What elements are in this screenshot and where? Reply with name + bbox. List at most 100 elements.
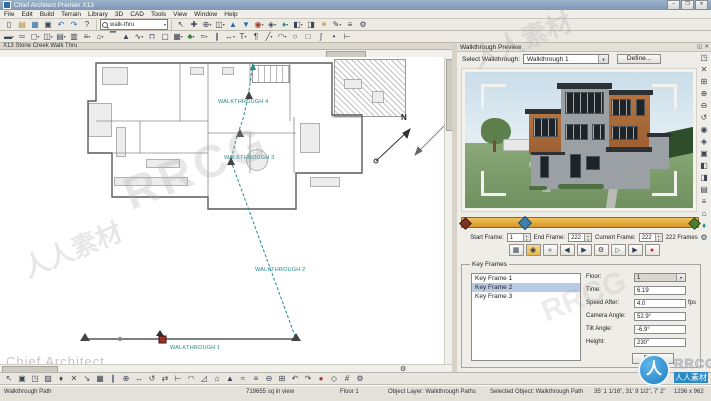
sticky-mode-icon[interactable]: ♦	[55, 373, 67, 384]
camera-view-icon[interactable]: ◉	[698, 124, 710, 135]
walkthrough-tool-icon[interactable]: ♦	[698, 220, 710, 231]
layer-options-icon[interactable]: ≡	[698, 196, 710, 207]
layer-display-options-icon[interactable]: ≡	[344, 19, 356, 30]
menu-cad[interactable]: CAD	[130, 11, 144, 18]
appliance-icon[interactable]: ▢	[159, 31, 171, 42]
walkthrough-timeline-slider[interactable]	[461, 217, 699, 228]
zoom-out-icon[interactable]: ⊖	[263, 373, 275, 384]
cad-arc-icon[interactable]: ◠▾	[276, 31, 288, 42]
key-frames-list[interactable]: Key Frame 1 Key Frame 2 Key Frame 3	[471, 273, 581, 361]
record-point-icon[interactable]: ●	[315, 373, 327, 384]
material-painter-icon[interactable]: ✎▾	[331, 19, 343, 30]
convert-icon[interactable]: ⇄	[159, 373, 171, 384]
path-node[interactable]	[118, 337, 122, 341]
select-icon[interactable]: ↖	[3, 373, 15, 384]
door-icon[interactable]: ◻▾	[29, 31, 41, 42]
plant-icon[interactable]: ♣▾	[185, 31, 197, 42]
railing-icon[interactable]: ═	[16, 31, 28, 42]
input-line-icon[interactable]: ⊢	[341, 31, 353, 42]
list-item[interactable]: Key Frame 3	[472, 292, 580, 301]
soffit-icon[interactable]: ▥	[68, 31, 80, 42]
furniture-icon[interactable]: ▦▾	[172, 31, 184, 42]
vector-mode-icon[interactable]: ◨	[698, 172, 710, 183]
rich-text-icon[interactable]: ¶	[250, 31, 262, 42]
keyframe-camera-icons[interactable]	[80, 91, 301, 343]
stairs-icon[interactable]: ≡▾	[81, 31, 93, 42]
chevron-down-icon[interactable]: ▾	[676, 274, 685, 281]
close-panel-icon[interactable]: ✕	[698, 64, 710, 75]
current-frame-input[interactable]: 222▴▾	[639, 233, 663, 242]
spinner-icon[interactable]: ▴▾	[655, 234, 662, 241]
electrical-icon[interactable]: ∿▾	[133, 31, 145, 42]
panel-title-bar[interactable]: Walkthrough Preview ◱ ✕	[457, 43, 711, 52]
fireplace-icon[interactable]: ▲	[120, 31, 132, 42]
render-mode-icon[interactable]: ◧	[698, 160, 710, 171]
library-search-input[interactable]: walk-thru ▾	[100, 19, 168, 30]
open-plan-icon[interactable]: ▤	[16, 19, 28, 30]
fireplace-mode-icon[interactable]: ▲	[224, 373, 236, 384]
prefs-icon[interactable]: ⚙	[354, 373, 366, 384]
camera-angle-input[interactable]: 52.9°	[634, 312, 686, 321]
help-icon[interactable]: ?	[81, 19, 93, 30]
list-item[interactable]: Key Frame 1	[472, 274, 580, 283]
walkthrough-3d-preview[interactable]	[465, 72, 693, 208]
chevron-down-icon[interactable]: ▾	[164, 22, 166, 27]
record-camera-button[interactable]: ◉	[526, 244, 541, 256]
play-button[interactable]: ▶	[628, 244, 643, 256]
floor-up-icon[interactable]: ▲	[227, 19, 239, 30]
delete-icon[interactable]: ✕	[68, 373, 80, 384]
skip-to-start-button[interactable]: «	[543, 244, 558, 256]
spinner-icon[interactable]: ▴▾	[584, 234, 591, 241]
multiple-copy-icon[interactable]: ▦	[94, 373, 106, 384]
speed-after-input[interactable]: 4.0	[634, 299, 686, 308]
zoom-tool-icon[interactable]: ⊕▾	[201, 19, 213, 30]
move-icon[interactable]: ↔	[133, 373, 145, 384]
menu-help[interactable]: Help	[224, 11, 237, 18]
wall-tools-icon[interactable]: ▬▾	[3, 31, 15, 42]
render-technique-icon[interactable]: ◧▾	[292, 19, 304, 30]
end-frame-input[interactable]: 222▴▾	[568, 233, 592, 242]
walkthrough-camera-icon[interactable]: ♦▾	[279, 19, 291, 30]
timeline-start-marker[interactable]	[459, 217, 472, 230]
list-item-selected[interactable]: Key Frame 2	[472, 283, 580, 292]
dimension-icon[interactable]: ↔▾	[224, 31, 236, 42]
print-icon[interactable]: ▣	[42, 19, 54, 30]
ceiling-icon[interactable]: ▔	[107, 31, 119, 42]
time-input[interactable]: 6.19	[634, 286, 686, 295]
full-camera-icon[interactable]: ◉▾	[253, 19, 265, 30]
cad-box-icon[interactable]: □	[302, 31, 314, 42]
record-button[interactable]: ●	[645, 244, 660, 256]
minimize-button[interactable]: –	[667, 0, 680, 10]
grid-icon[interactable]: #	[341, 373, 353, 384]
zoom-in-icon[interactable]: ⊕	[698, 88, 710, 99]
adjust-lights-icon[interactable]: ☀	[318, 19, 330, 30]
text-icon[interactable]: T▾	[237, 31, 249, 42]
road-icon[interactable]: ∥	[211, 31, 223, 42]
zoom-out-icon[interactable]: ⊖	[698, 100, 710, 111]
perspective-icon[interactable]: ◈	[698, 136, 710, 147]
camera-icon[interactable]	[80, 333, 90, 341]
perspective-overview-icon[interactable]: ◈▾	[266, 19, 278, 30]
camera-icon[interactable]	[245, 91, 253, 99]
open-object-icon[interactable]: ▣	[698, 148, 710, 159]
extend-icon[interactable]: ⊢	[172, 373, 184, 384]
float-panel-icon[interactable]: ◳	[698, 52, 710, 63]
default-settings-icon[interactable]: ⚙	[357, 19, 369, 30]
pan-window-icon[interactable]: ✚	[188, 19, 200, 30]
cad-line-icon[interactable]: ╱▾	[263, 31, 275, 42]
start-frame-input[interactable]: 1▴▾	[507, 233, 531, 242]
open-object-icon[interactable]: ▣	[16, 373, 28, 384]
undo-zoom-icon[interactable]: ↺	[698, 112, 710, 123]
terrain-tools-icon[interactable]: ≈▾	[198, 31, 210, 42]
library-browser-icon[interactable]: ▤	[698, 184, 710, 195]
define-button[interactable]: Define...	[617, 54, 661, 64]
fill-window-icon[interactable]: ⊞	[698, 76, 710, 87]
close-panel-icon[interactable]: ✕	[704, 44, 709, 51]
cad-point-icon[interactable]: •	[328, 31, 340, 42]
delete-keyframe-button[interactable]: Delete	[632, 353, 674, 364]
chamfer-icon[interactable]: ◿	[198, 373, 210, 384]
undo-icon[interactable]: ↶	[55, 19, 67, 30]
chevron-down-icon[interactable]: ▾	[598, 55, 608, 63]
roof-mode-icon[interactable]: ⌂	[211, 373, 223, 384]
step-forward-button[interactable]: ▶	[577, 244, 592, 256]
